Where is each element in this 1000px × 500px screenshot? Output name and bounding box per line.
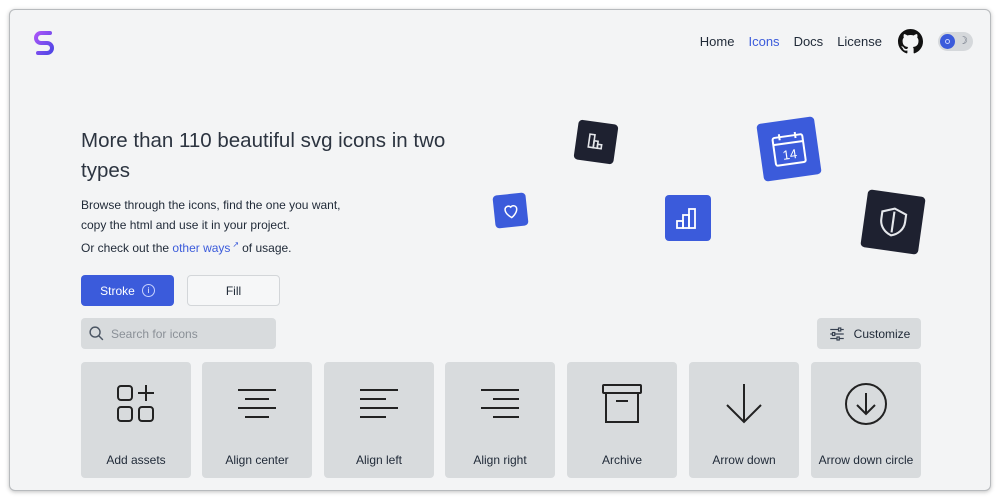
icon-label: Add assets [106,453,166,467]
icon-card-align-left[interactable]: Align left [324,362,434,478]
icon-label: Align center [225,453,289,467]
align-left-icon [360,389,398,418]
stroke-type-button[interactable]: Stroke i [81,275,174,306]
heart-icon [503,204,517,219]
icon-card-archive[interactable]: Archive [567,362,677,478]
search-icon [89,326,104,341]
hero-desc-line-2: copy the html and use it in your project… [81,217,290,232]
align-center-icon [238,389,276,418]
heart-tile [492,192,529,229]
search-input[interactable] [111,326,261,341]
bar-chart-rising-icon [676,208,696,229]
hero-desc-line-1: Browse through the icons, find the one y… [81,198,341,212]
icon-label: Align right [473,453,527,467]
shield-tile [860,189,926,255]
icon-label: Arrow down circle [818,453,914,467]
hero-desc-suffix: of usage. [242,241,292,255]
shield-icon [880,207,908,237]
stroke-label: Stroke [100,283,135,298]
chart-tile [573,119,619,165]
icon-card-align-right[interactable]: Align right [445,362,555,478]
icon-card-arrow-down[interactable]: Arrow down [689,362,799,478]
hero-description: Browse through the icons, find the one y… [81,196,381,259]
app-window: Home Icons Docs License ☽ More than 110 … [9,9,991,491]
page-title: More than 110 beautiful svg icons in two… [81,129,446,182]
logo-icon[interactable] [30,28,58,56]
search-box [81,318,276,349]
info-icon[interactable]: i [141,284,155,297]
hero-desc-line-3: Or check out the other ways ↗ of usage. [81,235,381,259]
calendar-day: 14 [782,146,798,163]
other-ways-link[interactable]: other ways [172,241,230,255]
icon-card-arrow-down-circle[interactable]: Arrow down circle [811,362,921,478]
github-icon[interactable] [898,29,923,54]
calendar-icon: 14 [771,131,807,167]
add-assets-icon [117,385,154,422]
customize-label: Customize [853,326,911,341]
align-right-icon [481,389,519,418]
nav-docs[interactable]: Docs [794,34,824,49]
archive-icon [602,384,642,423]
icon-label: Archive [601,453,642,467]
external-link-icon: ↗ [232,240,240,249]
arrow-down-icon [726,384,762,424]
arrow-down-circle-icon [845,383,887,425]
icon-label: Arrow down [712,453,776,467]
fill-type-button[interactable]: Fill [187,275,280,306]
hero-desc-prefix: Or check out the [81,241,170,255]
chart-blue-tile [665,195,711,241]
nav-home[interactable]: Home [700,34,735,49]
calendar-tile: 14 [756,116,822,182]
sliders-icon [829,326,844,341]
theme-toggle[interactable]: ☽ [938,32,973,51]
sun-icon [940,34,955,49]
bar-chart-icon [587,133,603,150]
icon-card-align-center[interactable]: Align center [202,362,312,478]
customize-button[interactable]: Customize [817,318,921,349]
icon-label: Align left [355,453,403,467]
main-nav: Home Icons Docs License [700,34,882,49]
nav-icons[interactable]: Icons [748,34,779,49]
fill-label: Fill [225,283,242,298]
moon-icon: ☽ [958,35,968,47]
icon-card-add-assets[interactable]: Add assets [81,362,191,478]
nav-license[interactable]: License [837,34,882,49]
